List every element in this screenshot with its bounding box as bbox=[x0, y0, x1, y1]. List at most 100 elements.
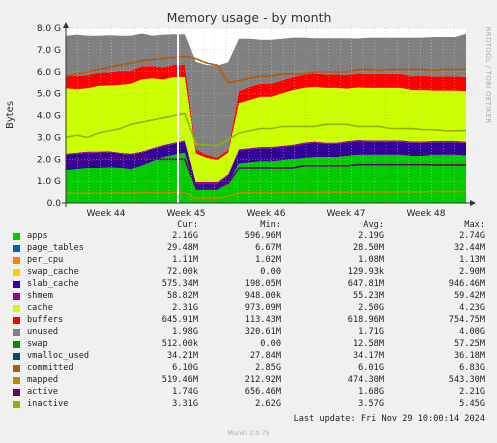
legend-row-swap: swap 512.00k 0.00 12.58M 57.25M bbox=[0, 339, 497, 350]
legend-avg: 129.93k bbox=[347, 267, 384, 277]
legend-swatch bbox=[13, 233, 20, 240]
legend-name: active bbox=[27, 387, 59, 397]
legend-min: 0.00 bbox=[260, 339, 281, 349]
y-axis-label: Bytes bbox=[5, 101, 16, 129]
legend-row-unused: unused 1.98G 320.61M 1.71G 4.00G bbox=[0, 327, 497, 338]
legend-cur: 519.46M bbox=[161, 375, 198, 385]
legend-header: Cur: Min: Avg: Max: bbox=[0, 220, 497, 231]
legend-min: 656.46M bbox=[244, 387, 281, 397]
legend-row-per-cpu: per_cpu 1.11M 1.02M 1.08M 1.13M bbox=[0, 255, 497, 266]
legend-avg: 12.58M bbox=[352, 339, 384, 349]
x-tick-label: Week 44 bbox=[87, 209, 126, 219]
legend-swatch bbox=[13, 365, 20, 372]
legend-avg: 647.81M bbox=[347, 279, 384, 289]
legend-max: 946.46M bbox=[448, 279, 485, 289]
legend-name: page_tables bbox=[27, 243, 84, 253]
y-tick-label: 4.0 G bbox=[37, 112, 61, 122]
legend-avg: 2.19G bbox=[358, 231, 384, 241]
legend-swatch bbox=[13, 305, 20, 312]
legend-swatch bbox=[13, 245, 20, 252]
legend-cur: 2.16G bbox=[172, 231, 198, 241]
legend-avg: 2.50G bbox=[358, 303, 384, 313]
legend-row-page-tables: page_tables 29.48M 6.67M 28.50M 32.44M bbox=[0, 243, 497, 254]
legend-swatch bbox=[13, 353, 20, 360]
legend-row-inactive: inactive 3.31G 2.62G 3.57G 5.45G bbox=[0, 399, 497, 410]
legend-max: 36.18M bbox=[453, 351, 485, 361]
legend-name: apps bbox=[27, 231, 48, 241]
legend-avg: 3.57G bbox=[358, 399, 384, 409]
legend-max: 59.42M bbox=[453, 291, 485, 301]
munin-version: Munin 2.0.75 bbox=[227, 429, 270, 437]
legend-cur: 72.00k bbox=[166, 267, 198, 277]
legend-min: 2.62G bbox=[255, 399, 281, 409]
legend-cur: 3.31G bbox=[172, 399, 198, 409]
legend-cur: 512.00k bbox=[161, 339, 198, 349]
y-tick-label: 6.0 G bbox=[37, 68, 61, 78]
legend-swatch bbox=[13, 401, 20, 408]
legend-name: buffers bbox=[27, 315, 64, 325]
legend-swatch bbox=[13, 257, 20, 264]
legend-name: swap_cache bbox=[27, 267, 79, 277]
legend-row-active: active 1.74G 656.46M 1.68G 2.21G bbox=[0, 387, 497, 398]
header-avg: Avg: bbox=[363, 220, 384, 230]
legend-swatch bbox=[13, 389, 20, 396]
legend-name: vmalloc_used bbox=[27, 351, 90, 361]
y-ticks: 0.0 1.0 G 2.0 G 3.0 G 4.0 G 5.0 G 6.0 G 7.0 G 8.… bbox=[37, 24, 61, 209]
legend-name: cache bbox=[27, 303, 53, 313]
legend-cur: 6.10G bbox=[172, 363, 198, 373]
legend-swatch bbox=[13, 293, 20, 300]
legend-name: inactive bbox=[27, 399, 69, 409]
y-tick-label: 2.0 G bbox=[37, 155, 61, 165]
legend-max: 4.00G bbox=[459, 327, 485, 337]
legend-name: per_cpu bbox=[27, 255, 64, 265]
legend-row-mapped: mapped 519.46M 212.92M 474.30M 543.30M bbox=[0, 375, 497, 386]
legend-min: 1.02M bbox=[255, 255, 281, 265]
y-tick-label: 0.0 bbox=[47, 199, 62, 209]
legend-avg: 28.50M bbox=[352, 243, 384, 253]
legend-cur: 1.11M bbox=[172, 255, 198, 265]
legend-max: 543.30M bbox=[448, 375, 485, 385]
legend-name: mapped bbox=[27, 375, 59, 385]
stack-areas bbox=[66, 33, 466, 203]
legend-min: 596.96M bbox=[244, 231, 281, 241]
legend-avg: 6.01G bbox=[358, 363, 384, 373]
y-tick-label: 3.0 G bbox=[37, 133, 61, 143]
legend-max: 754.75M bbox=[448, 315, 485, 325]
rrdtool-credit: RRDTOOL / TOBI OETIKER bbox=[484, 27, 492, 124]
legend-avg: 1.08M bbox=[358, 255, 384, 265]
x-tick-label: Week 48 bbox=[407, 209, 446, 219]
legend-row-apps: apps 2.16G 596.96M 2.19G 2.74G bbox=[0, 231, 497, 242]
y-tick-label: 7.0 G bbox=[37, 46, 61, 56]
x-axis-arrow-icon bbox=[470, 200, 476, 206]
chart-title: Memory usage - by month bbox=[167, 10, 332, 25]
x-tick-label: Week 46 bbox=[247, 209, 286, 219]
legend-avg: 1.68G bbox=[358, 387, 384, 397]
legend-cur: 645.91M bbox=[161, 315, 198, 325]
legend-swatch bbox=[13, 281, 20, 288]
y-tick-label: 8.0 G bbox=[37, 24, 61, 34]
legend-row-slab-cache: slab_cache 575.34M 198.05M 647.81M 946.46M bbox=[0, 279, 497, 290]
legend-min: 27.84M bbox=[249, 351, 281, 361]
legend-avg: 618.96M bbox=[347, 315, 384, 325]
legend-min: 973.09M bbox=[244, 303, 281, 313]
header-min: Min: bbox=[260, 220, 281, 230]
legend-name: slab_cache bbox=[27, 279, 79, 289]
legend-row-buffers: buffers 645.91M 113.43M 618.96M 754.75M bbox=[0, 315, 497, 326]
legend-row-cache: cache 2.31G 973.09M 2.50G 4.23G bbox=[0, 303, 497, 314]
legend-max: 1.13M bbox=[459, 255, 485, 265]
legend-max: 57.25M bbox=[453, 339, 485, 349]
legend-min: 0.00 bbox=[260, 267, 281, 277]
legend-min: 113.43M bbox=[244, 315, 281, 325]
legend-swatch bbox=[13, 269, 20, 276]
legend-row-committed: committed 6.10G 2.85G 6.01G 6.83G bbox=[0, 363, 497, 374]
legend-cur: 2.31G bbox=[172, 303, 198, 313]
legend-cur: 1.98G bbox=[172, 327, 198, 337]
y-tick-label: 5.0 G bbox=[37, 90, 61, 100]
legend-max: 4.23G bbox=[459, 303, 485, 313]
legend-cur: 575.34M bbox=[161, 279, 198, 289]
y-axis-arrow-icon bbox=[63, 22, 69, 28]
legend-avg: 55.23M bbox=[352, 291, 384, 301]
legend-max: 2.74G bbox=[459, 231, 485, 241]
legend-row-vmalloc-used: vmalloc_used 34.21M 27.84M 34.17M 36.18M bbox=[0, 351, 497, 362]
legend-cur: 1.74G bbox=[172, 387, 198, 397]
